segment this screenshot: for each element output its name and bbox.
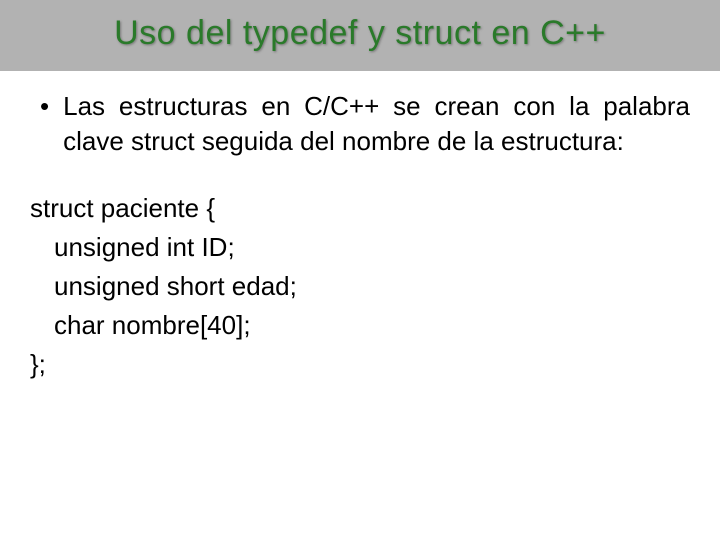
code-line-5: };	[30, 345, 690, 384]
code-block: struct paciente { unsigned int ID; unsig…	[30, 189, 690, 384]
code-line-2: unsigned int ID;	[30, 228, 690, 267]
bullet-text: Las estructuras en C/C++ se crean con la…	[63, 89, 690, 159]
content-area: • Las estructuras en C/C++ se crean con …	[0, 71, 720, 384]
title-bar: Uso del typedef y struct en C++	[0, 0, 720, 71]
code-line-1: struct paciente {	[30, 189, 690, 228]
slide-title: Uso del typedef y struct en C++	[20, 14, 700, 53]
code-line-3: unsigned short edad;	[30, 267, 690, 306]
bullet-item: • Las estructuras en C/C++ se crean con …	[30, 89, 690, 159]
bullet-marker-icon: •	[30, 89, 63, 124]
code-line-4: char nombre[40];	[30, 306, 690, 345]
